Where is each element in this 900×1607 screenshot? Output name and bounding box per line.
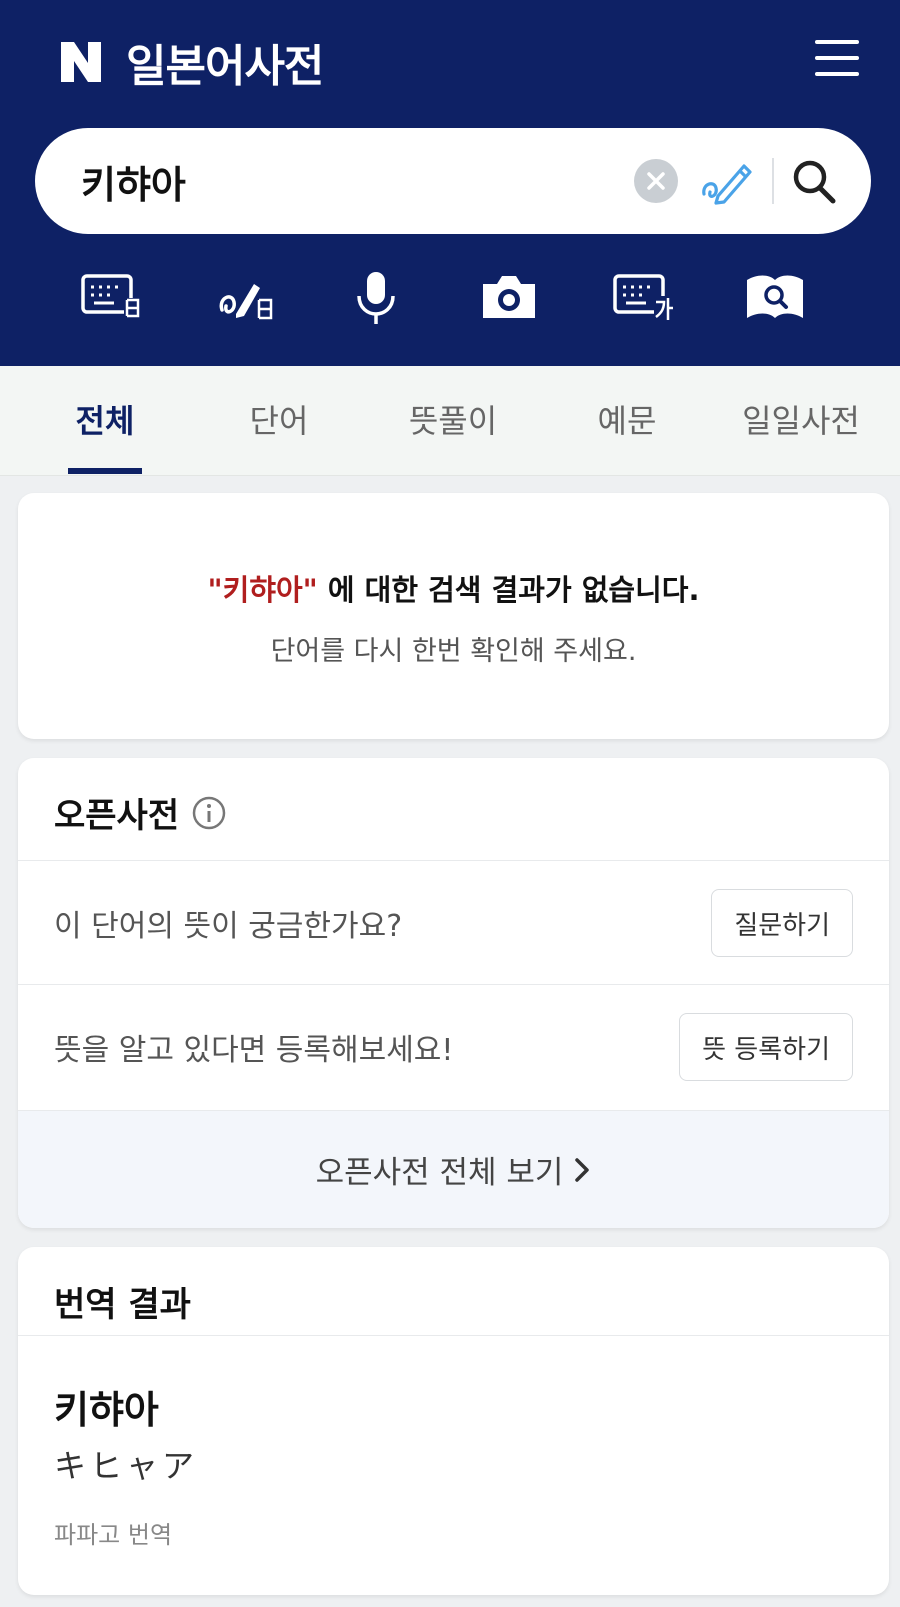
- open-dictionary-card: 오픈사전 이 단어의 뜻이 궁금한가요? 질문하기 뜻을 알고 있다면 등록해보…: [18, 758, 889, 1228]
- input-tools: [0, 270, 900, 330]
- no-result-message: "키햐아" 에 대한 검색 결과가 없습니다.: [18, 567, 889, 609]
- register-meaning-text: 뜻을 알고 있다면 등록해보세요!: [54, 1033, 454, 1068]
- logo[interactable]: 일본어사전: [58, 34, 324, 92]
- translation-source-word: 키햐아: [54, 1388, 159, 1432]
- keyboard-japanese-icon[interactable]: [80, 270, 144, 326]
- view-all-label: 오픈사전 전체 보기: [315, 1155, 564, 1191]
- keyboard-korean-icon[interactable]: [612, 270, 676, 326]
- naver-logo-icon: [61, 42, 101, 82]
- tab-meaning[interactable]: 뜻풀이: [378, 396, 528, 442]
- no-result-card: "키햐아" 에 대한 검색 결과가 없습니다. 단어를 다시 한번 확인해 주세…: [18, 493, 889, 739]
- book-search-icon[interactable]: [743, 270, 807, 326]
- camera-icon[interactable]: [477, 270, 541, 326]
- translation-title: 번역 결과: [54, 1285, 191, 1325]
- tab-jj-dict[interactable]: 일일사전: [726, 396, 876, 442]
- register-meaning-button[interactable]: 뜻 등록하기: [679, 1013, 853, 1081]
- app-title: 일본어사전: [126, 41, 324, 92]
- search-icon[interactable]: [789, 155, 839, 207]
- open-dictionary-title: 오픈사전: [54, 796, 180, 836]
- menu-icon[interactable]: [815, 40, 859, 80]
- open-dictionary-view-all[interactable]: 오픈사전 전체 보기: [18, 1110, 889, 1228]
- no-result-text: 에 대한 검색 결과가 없습니다.: [317, 573, 700, 607]
- tab-all[interactable]: 전체: [30, 396, 180, 442]
- ask-question-row: 이 단어의 뜻이 궁금한가요? 질문하기: [18, 860, 889, 984]
- ask-question-button[interactable]: 질문하기: [711, 889, 853, 957]
- tab-bar: 전체 단어 뜻풀이 예문 일일사전: [0, 366, 900, 476]
- chevron-right-icon: [575, 1157, 590, 1182]
- translation-provider[interactable]: 파파고 번역: [54, 1515, 172, 1550]
- app-header: 일본어사전: [0, 0, 900, 366]
- search-divider: [772, 158, 774, 204]
- translation-card: 번역 결과 키햐아 キヒャア 파파고 번역: [18, 1247, 889, 1595]
- register-meaning-row: 뜻을 알고 있다면 등록해보세요! 뜻 등록하기: [18, 984, 889, 1108]
- info-icon[interactable]: [191, 795, 227, 831]
- ask-question-text: 이 단어의 뜻이 궁금한가요?: [54, 909, 403, 944]
- microphone-icon[interactable]: [344, 270, 408, 326]
- active-tab-indicator: [68, 468, 142, 474]
- tab-example[interactable]: 예문: [552, 396, 702, 442]
- clear-icon[interactable]: [634, 159, 678, 203]
- translation-divider: [18, 1335, 889, 1336]
- search-query: "키햐아": [207, 573, 318, 607]
- search-input[interactable]: [81, 155, 621, 207]
- search-bar: [35, 128, 871, 234]
- handwriting-icon[interactable]: [700, 156, 754, 206]
- open-dictionary-header: 오픈사전: [54, 788, 227, 837]
- no-result-hint: 단어를 다시 한번 확인해 주세요.: [270, 636, 637, 667]
- handwriting-japanese-icon[interactable]: [214, 270, 278, 326]
- translation-result: キヒャア: [54, 1447, 199, 1485]
- tab-word[interactable]: 단어: [204, 396, 354, 442]
